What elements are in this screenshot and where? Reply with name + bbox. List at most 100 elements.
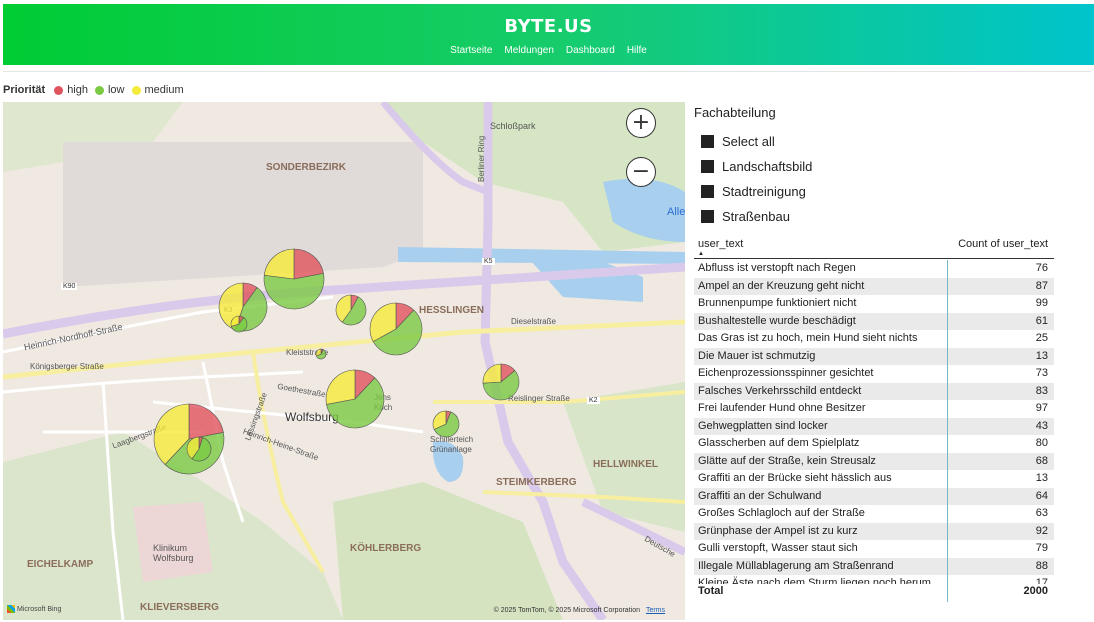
slicer-item-landschaftsbild[interactable]: Landschaftsbild (694, 154, 1054, 179)
legend-low-label[interactable]: low (108, 84, 125, 96)
column-header-count[interactable]: Count of user_text (958, 238, 1048, 258)
legend-title: Priorität (3, 84, 46, 96)
main-nav: Startseite Meldungen Dashboard Hilfe (3, 45, 1094, 56)
table-row[interactable]: Eichenprozessionsspinner gesichtet 73 (694, 365, 1054, 383)
table-row[interactable]: Glätte auf der Straße, kein Streusalz 68 (694, 452, 1054, 470)
table-row[interactable]: Großes Schlagloch auf der Straße 63 (694, 505, 1054, 523)
cell-user-text: Frei laufender Hund ohne Besitzer (698, 402, 866, 414)
cell-count: 43 (1035, 419, 1048, 432)
cell-user-text: Graffiti an der Brücke sieht hässlich au… (698, 472, 892, 484)
terms-link[interactable]: Terms (646, 607, 665, 614)
cell-user-text: Illegale Müllablagerung am Straßenrand (698, 559, 894, 572)
priority-bubbles[interactable] (3, 102, 685, 620)
priority-pie-bubble[interactable] (315, 348, 327, 360)
checkbox-icon[interactable] (701, 210, 714, 223)
cell-count: 68 (1035, 454, 1048, 467)
slicer-item-select-all[interactable]: Select all (694, 129, 1054, 154)
cell-user-text: Gehwegplatten sind locker (698, 419, 828, 432)
checkbox-icon[interactable] (701, 160, 714, 173)
cell-user-text: Graffiti an der Schulwand (698, 489, 822, 502)
map-attribution: © 2025 TomTom, © 2025 Microsoft Corporat… (494, 607, 665, 614)
cell-count: 92 (1035, 524, 1048, 537)
priority-pie-bubble[interactable] (153, 403, 225, 475)
pie-slice-medium[interactable] (325, 369, 356, 405)
total-label: Total (698, 585, 724, 597)
cell-count: 17 (1035, 577, 1048, 584)
priority-pie-bubble[interactable] (432, 410, 460, 438)
cell-user-text: Bushaltestelle wurde beschädigt (698, 314, 856, 327)
slicer-item-stadtreinigung[interactable]: Stadtreinigung (694, 179, 1054, 204)
column-header-user-text[interactable]: user_text (698, 238, 743, 258)
table-row[interactable]: Graffiti an der Schulwand 64 (694, 487, 1054, 505)
cell-count: 13 (1035, 472, 1048, 484)
priority-pie-bubble[interactable] (482, 363, 520, 401)
table-row[interactable]: Das Gras ist zu hoch, mein Hund sieht ni… (694, 330, 1054, 348)
cell-user-text: Kleine Äste nach dem Sturm liegen noch h… (698, 577, 931, 584)
cell-user-text: Falsches Verkehrsschild entdeckt (698, 384, 862, 397)
legend-medium-dot (131, 85, 141, 95)
table-row[interactable]: Ampel an der Kreuzung geht nicht 87 (694, 277, 1054, 295)
table-header: user_text ▲ Count of user_text (694, 236, 1054, 259)
priority-pie-bubble[interactable] (186, 436, 212, 462)
slicer-item-label: Stadtreinigung (722, 184, 806, 199)
nav-meldungen[interactable]: Meldungen (504, 45, 553, 56)
bing-logo: Microsoft Bing (7, 605, 61, 613)
pie-slice-medium[interactable] (263, 248, 295, 280)
divider (3, 71, 1091, 72)
priority-pie-bubble[interactable] (335, 294, 367, 326)
table-row[interactable]: Falsches Verkehrsschild entdeckt 83 (694, 382, 1054, 400)
pie-slice-medium[interactable] (482, 363, 502, 384)
legend-high-label[interactable]: high (67, 84, 88, 96)
cell-count: 76 (1035, 262, 1048, 274)
priority-pie-bubble[interactable] (369, 302, 423, 356)
cell-user-text: Die Mauer ist schmutzig (698, 349, 816, 362)
user-text-table: user_text ▲ Count of user_text Abfluss i… (694, 236, 1054, 606)
table-body[interactable]: Abfluss ist verstopft nach Regen 76 Ampel … (694, 260, 1054, 584)
map-visual[interactable]: SONDERBEZIRK Schloßpark HESSLINGEN Wolfs… (3, 102, 685, 620)
priority-legend: Priorität high low medium (3, 84, 184, 96)
table-row[interactable]: Gulli verstopft, Wasser staut sich 79 (694, 540, 1054, 558)
checkbox-icon[interactable] (701, 135, 714, 148)
cell-count: 73 (1035, 367, 1048, 379)
slicer-item-label: Landschaftsbild (722, 159, 813, 174)
priority-pie-bubble[interactable] (263, 248, 325, 310)
legend-medium-label[interactable]: medium (145, 84, 184, 96)
cell-count: 63 (1035, 507, 1048, 519)
table-row[interactable]: Kleine Äste nach dem Sturm liegen noch h… (694, 575, 1054, 584)
zoom-out-button[interactable]: − (626, 157, 656, 187)
table-row[interactable]: Graffiti an der Brücke sieht hässlich au… (694, 470, 1054, 488)
cell-user-text: Glätte auf der Straße, kein Streusalz (698, 454, 876, 467)
priority-pie-bubble[interactable] (325, 369, 385, 429)
bing-label: Microsoft Bing (17, 605, 62, 613)
table-row[interactable]: Grünphase der Ampel ist zu kurz 92 (694, 522, 1054, 540)
cell-count: 80 (1035, 437, 1048, 449)
brand-title: BYTE.US (504, 16, 593, 37)
checkbox-icon[interactable] (701, 185, 714, 198)
nav-dashboard[interactable]: Dashboard (566, 45, 615, 56)
cell-user-text: Brunnenpumpe funktioniert nicht (698, 297, 857, 309)
fachabteilung-slicer: Fachabteilung Select all Landschaftsbild… (694, 105, 1054, 229)
cell-count: 97 (1035, 402, 1048, 414)
column-divider (947, 260, 948, 602)
slicer-item-label: Straßenbau (722, 209, 790, 224)
table-row[interactable]: Frei laufender Hund ohne Besitzer 97 (694, 400, 1054, 418)
zoom-in-button[interactable]: + (626, 108, 656, 138)
cell-count: 61 (1035, 314, 1048, 327)
cell-count: 87 (1035, 279, 1048, 292)
table-row[interactable]: Brunnenpumpe funktioniert nicht 99 (694, 295, 1054, 313)
total-value: 2000 (1023, 585, 1048, 597)
cell-user-text: Großes Schlagloch auf der Straße (698, 507, 865, 519)
table-row[interactable]: Abfluss ist verstopft nach Regen 76 (694, 260, 1054, 278)
nav-startseite[interactable]: Startseite (450, 45, 492, 56)
cell-count: 64 (1035, 489, 1048, 502)
table-row[interactable]: Bushaltestelle wurde beschädigt 61 (694, 312, 1054, 330)
cell-count: 13 (1035, 349, 1048, 362)
nav-hilfe[interactable]: Hilfe (627, 45, 647, 56)
cell-user-text: Gulli verstopft, Wasser staut sich (698, 542, 858, 554)
table-row[interactable]: Glasscherben auf dem Spielplatz 80 (694, 435, 1054, 453)
table-row[interactable]: Die Mauer ist schmutzig 13 (694, 347, 1054, 365)
slicer-item-strassenbau[interactable]: Straßenbau (694, 204, 1054, 229)
priority-pie-bubble[interactable] (230, 315, 248, 333)
table-row[interactable]: Gehwegplatten sind locker 43 (694, 417, 1054, 435)
table-row[interactable]: Illegale Müllablagerung am Straßenrand 88 (694, 557, 1054, 575)
